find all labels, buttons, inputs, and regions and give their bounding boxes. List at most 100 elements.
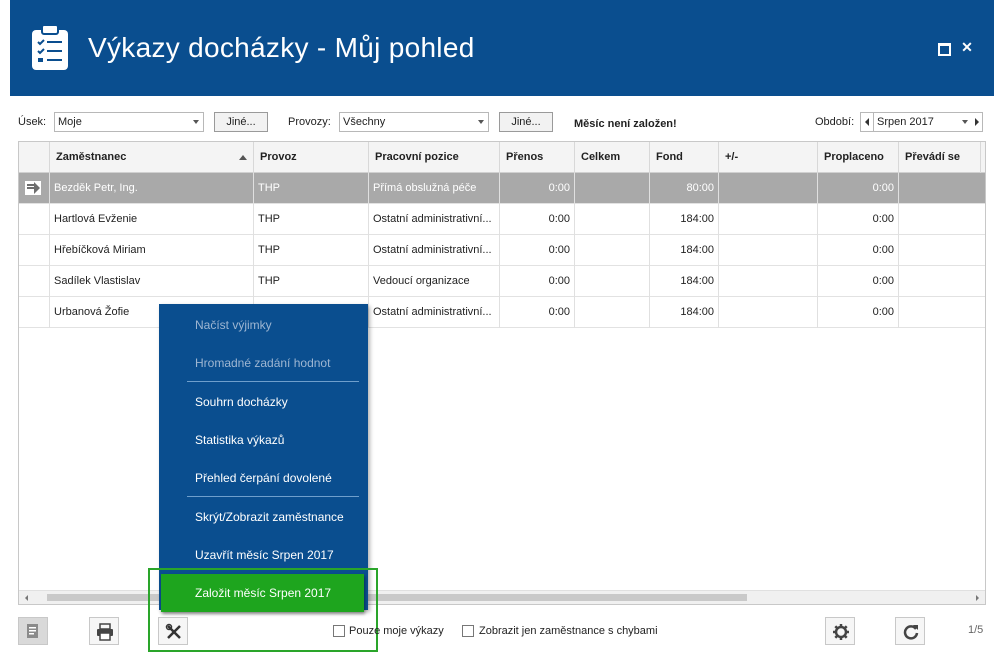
period-select-value: Srpen 2017 (877, 116, 934, 128)
chevron-down-icon (962, 120, 968, 124)
menu-item-attendance-summary[interactable]: Souhrn docházky (195, 395, 288, 409)
cell-proplaceno: 0:00 (817, 173, 898, 204)
scroll-left-icon[interactable] (25, 595, 28, 601)
only-errors-label: Zobrazit jen zaměstnance s chybami (479, 625, 658, 637)
cell-position: Vedoucí organizace (368, 266, 499, 297)
cell-fond: 80:00 (649, 173, 718, 204)
usek-select[interactable]: Moje (54, 112, 204, 132)
cell-prevadi (898, 266, 980, 297)
cell-provoz: THP (253, 235, 368, 266)
cell-celkem (574, 204, 649, 235)
month-status-note: Měsíc není založen! (574, 118, 677, 130)
cell-celkem (574, 173, 649, 204)
cell-provoz: THP (253, 173, 368, 204)
cell-proplaceno: 0:00 (817, 266, 898, 297)
cell-diff (718, 204, 817, 235)
cell-prevadi (898, 173, 980, 204)
report-button[interactable] (18, 617, 48, 645)
only-my-reports-label: Pouze moje výkazy (349, 625, 444, 637)
only-my-reports-checkbox[interactable] (333, 625, 345, 637)
col-header-proplaceno[interactable]: Proplaceno (817, 142, 898, 173)
cell-diff (718, 266, 817, 297)
menu-item-close-month[interactable]: Uzavřít měsíc Srpen 2017 (195, 548, 334, 562)
col-header-prenos[interactable]: Přenos (499, 142, 574, 173)
cell-prenos: 0:00 (499, 204, 574, 235)
col-header-prevadi[interactable]: Převádí se (898, 142, 980, 173)
usek-select-value: Moje (58, 116, 82, 128)
menu-separator (187, 496, 359, 497)
col-header-celkem[interactable]: Celkem (574, 142, 649, 173)
menu-item-toggle-employees[interactable]: Skrýt/Zobrazit zaměstnance (195, 510, 344, 524)
page-indicator: 1/5 (968, 624, 984, 636)
cell-celkem (574, 266, 649, 297)
close-button[interactable]: ✕ (960, 40, 974, 54)
menu-separator (187, 381, 359, 382)
refresh-button[interactable] (895, 617, 925, 645)
col-header-diff[interactable]: +/- (718, 142, 817, 173)
scrollbar-thumb[interactable] (47, 594, 747, 601)
col-header-position[interactable]: Pracovní pozice (368, 142, 499, 173)
provozy-select-value: Všechny (343, 116, 386, 128)
cell-diff (718, 297, 817, 328)
grid-header: Zaměstnanec Provoz Pracovní pozice Přeno… (19, 142, 985, 173)
only-errors-checkbox[interactable] (462, 625, 474, 637)
cell-prevadi (898, 297, 980, 328)
period-select[interactable]: Srpen 2017 (873, 112, 983, 132)
cell-position: Ostatní administrativní... (368, 297, 499, 328)
maximize-button[interactable] (936, 40, 951, 56)
table-row[interactable]: Bezděk Petr, Ing. THP Přímá obslužná péč… (19, 173, 985, 204)
cell-provoz: THP (253, 204, 368, 235)
cell-celkem (574, 235, 649, 266)
tools-icon (165, 623, 181, 639)
printer-icon (97, 623, 113, 641)
cell-diff (718, 173, 817, 204)
cell-prevadi (898, 204, 980, 235)
row-pointer-icon (25, 181, 41, 195)
table-row[interactable]: Hřebíčková Miriam THP Ostatní administra… (19, 235, 985, 266)
chevron-down-icon (478, 120, 484, 124)
cell-employee: Sadílek Vlastislav (49, 266, 253, 297)
scroll-right-icon[interactable] (976, 595, 979, 601)
menu-item-vacation-overview[interactable]: Přehled čerpání dovolené (195, 471, 332, 485)
menu-item-report-statistics[interactable]: Statistika výkazů (195, 433, 284, 447)
settings-button[interactable] (825, 617, 855, 645)
usek-other-button[interactable]: Jiné... (214, 112, 268, 132)
cell-proplaceno: 0:00 (817, 235, 898, 266)
refresh-icon (903, 625, 919, 640)
menu-item-create-month[interactable]: Založit měsíc Srpen 2017 (161, 574, 364, 612)
cell-prenos: 0:00 (499, 173, 574, 204)
cell-employee: Hartlová Evženie (49, 204, 253, 235)
tools-context-menu: Načíst výjimky Hromadné zadání hodnot So… (159, 304, 368, 610)
col-header-employee[interactable]: Zaměstnanec (49, 142, 253, 173)
col-header-fond[interactable]: Fond (649, 142, 718, 173)
cell-provoz: THP (253, 266, 368, 297)
cell-proplaceno: 0:00 (817, 297, 898, 328)
cell-position: Ostatní administrativní... (368, 235, 499, 266)
cell-position: Přímá obslužná péče (368, 173, 499, 204)
cell-prenos: 0:00 (499, 266, 574, 297)
cell-prenos: 0:00 (499, 297, 574, 328)
cell-employee: Hřebíčková Miriam (49, 235, 253, 266)
provozy-select[interactable]: Všechny (339, 112, 489, 132)
gear-icon (833, 624, 849, 640)
cell-position: Ostatní administrativní... (368, 204, 499, 235)
period-prev-button[interactable] (860, 112, 874, 132)
period-label: Období: (815, 116, 855, 128)
tools-button[interactable] (158, 617, 188, 645)
print-button[interactable] (89, 617, 119, 645)
cell-celkem (574, 297, 649, 328)
menu-item-load-exceptions[interactable]: Načíst výjimky (195, 318, 272, 332)
period-next-button[interactable] (975, 118, 979, 126)
table-row[interactable]: Sadílek Vlastislav THP Vedoucí organizac… (19, 266, 985, 297)
cell-diff (718, 235, 817, 266)
provozy-other-button[interactable]: Jiné... (499, 112, 553, 132)
menu-item-bulk-entry[interactable]: Hromadné zadání hodnot (195, 356, 330, 370)
cell-proplaceno: 0:00 (817, 204, 898, 235)
usek-label: Úsek: (18, 116, 47, 128)
window-title: Výkazy docházky - Můj pohled (88, 32, 475, 63)
table-row[interactable]: Hartlová Evženie THP Ostatní administrat… (19, 204, 985, 235)
title-bar: Výkazy docházky - Můj pohled ✕ (10, 0, 994, 96)
col-header-filler (980, 142, 985, 173)
document-icon (27, 624, 38, 638)
col-header-provoz[interactable]: Provoz (253, 142, 368, 173)
